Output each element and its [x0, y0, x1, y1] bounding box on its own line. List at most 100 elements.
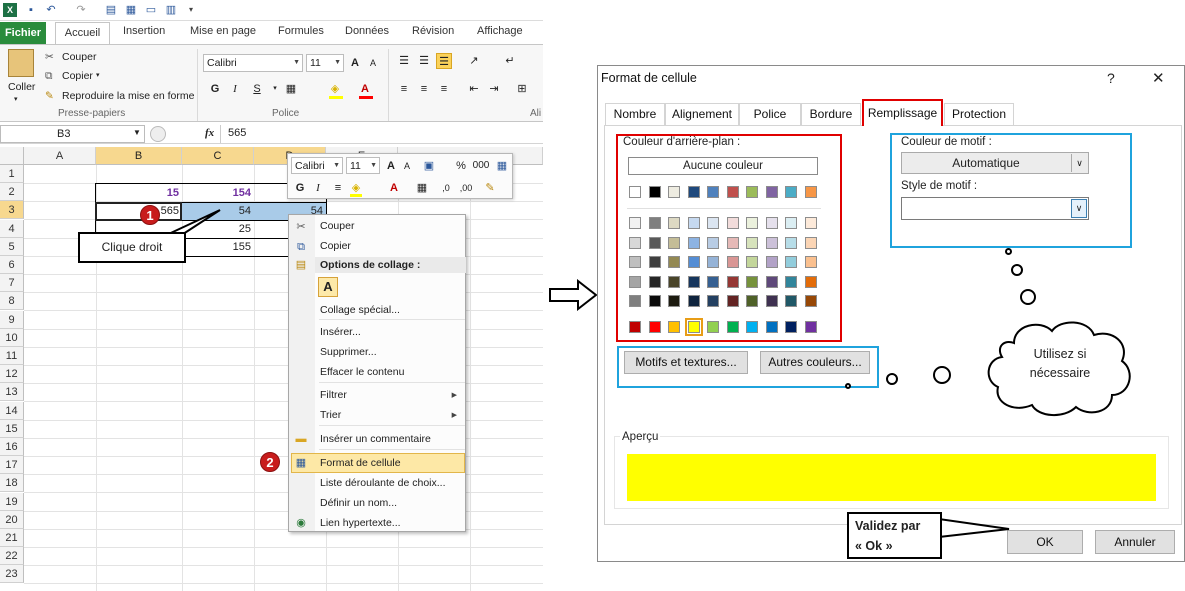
menu-define-name[interactable]: Définir un nom...	[320, 497, 397, 509]
row-header-2[interactable]: 2	[0, 183, 24, 202]
menu-sort[interactable]: Trier	[320, 409, 341, 421]
color-swatch[interactable]	[785, 321, 797, 333]
color-swatch[interactable]	[746, 217, 758, 229]
color-swatch[interactable]	[726, 186, 739, 198]
row-header-5[interactable]: 5	[0, 237, 24, 256]
color-swatch[interactable]	[687, 275, 700, 288]
color-swatch[interactable]	[765, 295, 778, 307]
decrease-indent-icon[interactable]: ⇤	[466, 81, 482, 97]
percent-button[interactable]: %	[453, 158, 469, 174]
fill-color-icon[interactable]: ◈	[327, 81, 343, 97]
align-middle-icon[interactable]: ☰	[416, 53, 432, 69]
color-swatch[interactable]	[629, 321, 641, 333]
color-swatch[interactable]	[785, 256, 797, 268]
color-swatch[interactable]	[746, 321, 758, 333]
color-swatch[interactable]	[804, 217, 817, 229]
formula-input[interactable]: 565	[228, 127, 246, 139]
help-button[interactable]: ?	[1107, 70, 1115, 86]
chevron-down-icon[interactable]: ∨	[1071, 154, 1087, 172]
name-box[interactable]: B3	[0, 125, 145, 143]
menu-paste-special[interactable]: Collage spécial...	[320, 304, 400, 316]
copy-dropdown-icon[interactable]: ▾	[96, 71, 100, 79]
tab-nombre[interactable]: Nombre	[605, 103, 665, 126]
row-header-9[interactable]: 9	[0, 310, 24, 329]
pattern-style-select[interactable]	[901, 197, 1089, 220]
align-center-icon[interactable]: ≡	[416, 81, 432, 97]
color-swatch[interactable]	[746, 236, 758, 249]
paste-button[interactable]: Coller	[8, 81, 35, 93]
color-swatch[interactable]	[687, 295, 700, 307]
menu-filter[interactable]: Filtrer	[320, 389, 347, 401]
tab-mise-en-page[interactable]: Mise en page	[190, 25, 256, 37]
more-colors-button[interactable]: Autres couleurs...	[760, 351, 870, 374]
menu-dropdown-list[interactable]: Liste déroulante de choix...	[320, 477, 446, 489]
color-swatch[interactable]	[765, 275, 778, 288]
color-swatch[interactable]	[668, 256, 680, 268]
row-header-3[interactable]: 3	[0, 201, 24, 220]
column-header-c[interactable]: C	[182, 147, 254, 165]
borders-icon[interactable]: ▥	[164, 3, 178, 17]
color-swatch[interactable]	[765, 236, 778, 249]
chevron-down-icon[interactable]: ∨	[1071, 199, 1087, 218]
row-header-10[interactable]: 10	[0, 328, 24, 347]
color-swatch[interactable]	[804, 275, 817, 288]
menu-hyperlink[interactable]: Lien hypertexte...	[320, 517, 401, 529]
tab-formules[interactable]: Formules	[278, 25, 324, 37]
color-swatch[interactable]	[707, 217, 719, 229]
color-swatch[interactable]	[765, 186, 778, 198]
print-preview-icon[interactable]: ▤	[104, 3, 118, 17]
paste-icon[interactable]	[8, 49, 34, 77]
underline-dropdown-icon[interactable]: ▾	[267, 81, 283, 97]
borders-icon[interactable]: ▦	[283, 81, 299, 97]
color-swatch[interactable]	[804, 186, 817, 198]
no-color-button[interactable]: Aucune couleur	[628, 157, 818, 175]
redo-icon[interactable]: ↷	[74, 3, 88, 17]
color-swatch[interactable]	[687, 236, 700, 249]
align-top-icon[interactable]: ☰	[396, 53, 412, 69]
color-swatch[interactable]	[668, 295, 680, 307]
decrease-decimal-icon[interactable]: ,00	[458, 180, 474, 196]
font-size-combo[interactable]: 11 ▼	[306, 54, 344, 72]
save-icon[interactable]: ▪	[24, 3, 38, 17]
color-swatch[interactable]	[629, 295, 641, 307]
color-swatch[interactable]	[687, 256, 700, 268]
grow-font-icon[interactable]: A	[383, 158, 399, 174]
grow-font-icon[interactable]: A	[347, 55, 363, 71]
color-swatch[interactable]	[668, 321, 680, 333]
row-header-20[interactable]: 20	[0, 510, 24, 529]
color-swatch[interactable]	[746, 275, 758, 288]
cut-button[interactable]: Couper	[62, 51, 96, 63]
color-swatch[interactable]	[765, 256, 778, 268]
menu-cut[interactable]: Couper	[320, 220, 354, 232]
mini-center-icon[interactable]: ≡	[330, 180, 346, 196]
menu-format-cells[interactable]: Format de cellule	[320, 457, 401, 469]
fx-icon[interactable]: fx	[205, 127, 214, 139]
row-header-17[interactable]: 17	[0, 456, 24, 475]
select-all-corner[interactable]	[0, 147, 24, 165]
customize-icon[interactable]: ▾	[184, 3, 198, 17]
sheet-icon[interactable]: ▭	[144, 3, 158, 17]
color-swatch[interactable]	[684, 318, 703, 336]
color-swatch[interactable]	[648, 236, 661, 249]
row-header-19[interactable]: 19	[0, 492, 24, 511]
color-swatch[interactable]	[765, 321, 778, 333]
tab-remplissage[interactable]: Remplissage	[862, 99, 943, 126]
wrap-text-icon[interactable]: ↵	[502, 53, 518, 69]
tab-affichage[interactable]: Affichage	[477, 25, 523, 37]
align-left-icon[interactable]: ≡	[396, 81, 412, 97]
merge-icon[interactable]: ⊞	[514, 81, 530, 97]
row-header-8[interactable]: 8	[0, 292, 24, 311]
paste-values-button[interactable]: A	[318, 277, 338, 297]
mini-font-combo[interactable]: Calibri ▼	[291, 157, 343, 174]
format-painter-button[interactable]: Reproduire la mise en forme	[62, 90, 194, 102]
name-box-dropdown-icon[interactable]: ▼	[133, 128, 141, 137]
color-swatch[interactable]	[804, 295, 817, 307]
color-swatch[interactable]	[687, 186, 700, 198]
color-swatch[interactable]	[765, 217, 778, 229]
number-format-icon[interactable]: ▣	[421, 158, 437, 174]
pattern-color-select[interactable]: Automatique	[901, 152, 1089, 174]
color-swatch[interactable]	[804, 321, 817, 333]
row-header-12[interactable]: 12	[0, 365, 24, 384]
mini-painter-icon[interactable]: ✎	[482, 180, 498, 196]
color-swatch[interactable]	[648, 256, 661, 268]
